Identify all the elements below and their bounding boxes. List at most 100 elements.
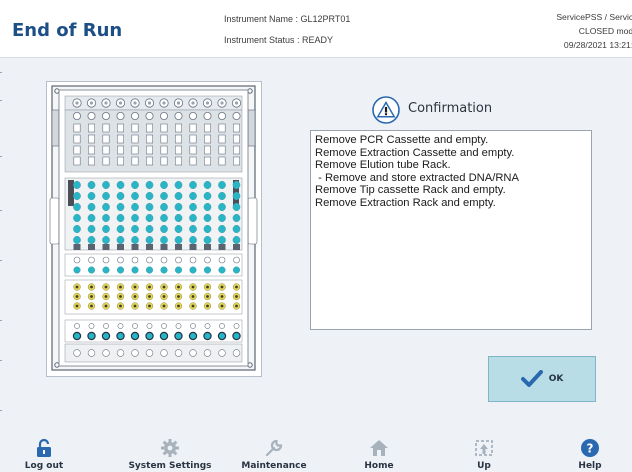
extraction-well: [102, 180, 110, 190]
extraction-well: [232, 202, 241, 212]
elution-tube: [217, 331, 227, 341]
tip-well: [116, 111, 125, 120]
tip-well: [160, 111, 169, 120]
gear-icon: [161, 439, 179, 457]
extraction-well: [203, 235, 212, 245]
pcr-well: [102, 256, 110, 264]
extraction-stopper: [233, 244, 240, 250]
screw: [247, 362, 253, 368]
elution-cap: [161, 323, 167, 329]
reagent-well-dot: [220, 304, 224, 308]
reagent-well-dot: [191, 304, 195, 308]
pcr-tube: [131, 266, 139, 274]
screw: [54, 88, 60, 94]
elution-tube: [116, 331, 125, 341]
bottom-nav: Log out System Settings Maintenance Home…: [0, 432, 632, 472]
extraction-well: [174, 224, 183, 234]
screw: [247, 88, 253, 94]
reagent-well-dot: [148, 295, 151, 298]
ok-button[interactable]: OK: [488, 356, 596, 402]
extraction-well: [73, 202, 81, 212]
extraction-stopper: [88, 244, 95, 250]
tip-slot: [218, 145, 226, 155]
tip-well: [102, 111, 111, 120]
extraction-well: [102, 202, 110, 212]
reagent-well-dot: [177, 304, 180, 308]
extraction-well: [174, 202, 183, 212]
cap-gear-center: [89, 101, 94, 105]
nav-label: System Settings: [128, 461, 212, 471]
reagent-well-dot: [75, 285, 79, 289]
nav-home[interactable]: Home: [329, 432, 429, 472]
extraction-well: [203, 213, 212, 223]
reagent-well-dot: [119, 304, 122, 308]
extraction-well: [232, 180, 241, 190]
tip-slot: [131, 156, 139, 166]
elution-tube: [87, 331, 96, 341]
nav-maintenance[interactable]: Maintenance: [224, 432, 324, 472]
extraction-well: [73, 180, 81, 190]
elution-cap: [117, 323, 124, 329]
cap-gear-center: [104, 101, 108, 105]
reagent-well-dot: [104, 304, 108, 308]
warning-icon: [372, 96, 400, 124]
bottom-well: [131, 349, 139, 357]
extraction-well: [87, 224, 96, 234]
tip-slot: [160, 156, 168, 166]
extraction-well: [131, 180, 139, 190]
tip-well: [131, 111, 140, 120]
extraction-stopper: [218, 244, 226, 250]
extraction-well: [116, 235, 125, 245]
bottom-well: [102, 349, 110, 357]
nav-help[interactable]: ? Help: [540, 432, 632, 472]
reagent-well-dot: [148, 285, 151, 289]
reagent-well-dot: [119, 295, 122, 298]
right-latch: [247, 197, 258, 245]
reagent-well-dot: [104, 285, 108, 289]
reagent-well-dot: [220, 295, 224, 298]
extraction-well: [174, 180, 183, 190]
extraction-well: [131, 235, 139, 245]
tip-slot: [175, 134, 183, 144]
reagent-well-dot: [119, 285, 122, 289]
tip-slot: [102, 134, 110, 144]
extraction-well: [218, 202, 226, 212]
tip-slot: [204, 123, 212, 133]
extraction-well: [116, 213, 125, 223]
reagent-well-dot: [75, 304, 79, 308]
cap-gear-center: [205, 101, 210, 105]
extraction-well: [232, 224, 241, 234]
extraction-well: [131, 213, 139, 223]
pcr-tube: [73, 266, 81, 274]
cap-gear-center: [220, 101, 224, 105]
edge-tick: [0, 360, 2, 361]
elution-cap: [204, 323, 211, 329]
tip-slot: [189, 156, 197, 166]
nav-up[interactable]: Up: [434, 432, 534, 472]
tip-slot: [73, 145, 81, 155]
svg-text:?: ?: [587, 442, 594, 456]
elution-cap: [88, 323, 95, 329]
cap-gear-center: [133, 101, 137, 105]
cap-gear-center: [75, 101, 79, 105]
extraction-stopper: [175, 244, 182, 250]
elution-cap: [74, 323, 80, 329]
tip-slot: [233, 145, 241, 155]
pcr-well: [175, 256, 182, 264]
tip-slot: [204, 156, 212, 166]
extraction-well: [174, 235, 183, 245]
extraction-well: [218, 213, 226, 223]
reagent-well-dot: [206, 304, 209, 308]
tip-slot: [87, 145, 95, 155]
extraction-stopper: [146, 244, 153, 250]
nav-system-settings[interactable]: System Settings: [120, 432, 220, 472]
tip-slot: [73, 134, 81, 144]
pcr-tube: [189, 266, 197, 274]
tip-slot: [218, 134, 226, 144]
nav-log-out[interactable]: Log out: [0, 432, 94, 472]
tip-slot: [146, 145, 154, 155]
extraction-well: [87, 191, 96, 201]
header-bar: End of Run Instrument Name : GL12PRT01 I…: [0, 0, 632, 58]
tip-slot: [131, 123, 139, 133]
extraction-well: [87, 235, 96, 245]
